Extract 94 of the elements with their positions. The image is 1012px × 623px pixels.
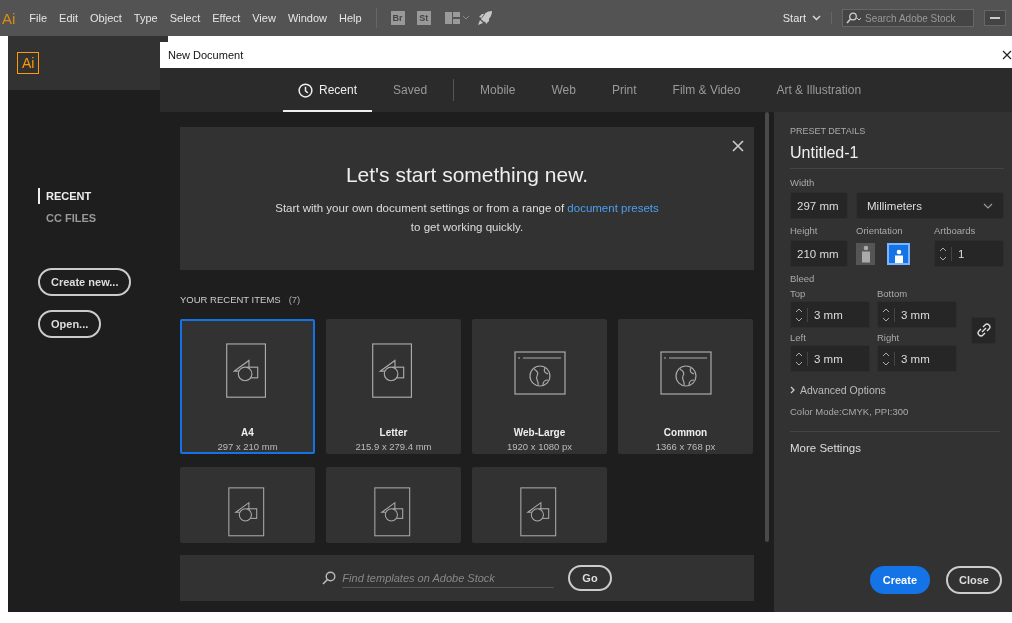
chain-link-icon <box>976 323 991 337</box>
category-tab[interactable]: Film & Video <box>657 68 756 112</box>
field-label: Left <box>790 332 807 343</box>
preset-name: Common <box>663 427 708 438</box>
field-label: Bleed <box>790 273 816 284</box>
field-label: Bottom <box>877 288 909 299</box>
portrait-button[interactable] <box>856 242 875 265</box>
minimize-button[interactable] <box>984 10 1006 26</box>
category-tab[interactable]: Recent <box>283 68 373 112</box>
color-mode-text: Color Mode:CMYK, PPI:300 <box>790 406 910 417</box>
advanced-options-toggle[interactable]: Advanced Options <box>790 384 1004 396</box>
scrollbar[interactable] <box>765 112 769 542</box>
preset-name: A4 <box>241 427 254 438</box>
workspace-switcher[interactable]: Start <box>782 12 832 24</box>
chevron-icon <box>983 202 993 209</box>
section-heading: YOUR RECENT ITEMS <box>180 294 281 305</box>
person-icon <box>859 244 872 263</box>
category-tab[interactable]: Saved <box>378 68 443 112</box>
preset-name: Letter <box>379 427 408 438</box>
menu-item[interactable]: Type <box>127 12 164 24</box>
field-label: Width <box>790 177 816 188</box>
minimize-icon <box>990 17 1000 19</box>
field-label: Orientation <box>856 225 904 236</box>
units-dropdown[interactable]: Millimeters <box>856 192 1004 219</box>
template-search-field[interactable]: Find templates on Adobe Stock <box>342 568 555 588</box>
more-settings-button[interactable]: More Settings <box>790 432 861 454</box>
layout-icon[interactable] <box>444 12 469 24</box>
chevron-icon <box>790 386 796 394</box>
chevron-icon <box>812 15 821 21</box>
menu-item[interactable]: View <box>246 12 282 24</box>
category-tab[interactable]: Print <box>596 68 652 112</box>
width-field[interactable]: 297 mm <box>790 192 848 219</box>
menu-item[interactable]: Effect <box>206 12 247 24</box>
stepper-icon[interactable] <box>795 307 808 322</box>
menu-item[interactable]: Window <box>281 12 333 24</box>
artboards-field[interactable]: 1 <box>934 240 1004 267</box>
preset-card[interactable]: Web-Large 1920 x 1080 px <box>472 319 607 454</box>
preset-card[interactable]: Letter 215.9 x 279.4 mm <box>326 319 461 454</box>
sidebar-item[interactable]: CC FILES <box>38 210 97 226</box>
menu-item[interactable]: Edit <box>53 12 85 24</box>
category-tab[interactable]: Web <box>536 68 591 112</box>
clock-icon <box>298 82 313 98</box>
preset-name: Web-Large <box>513 427 566 438</box>
bleed-field[interactable]: 3 mm <box>877 301 957 328</box>
rocket-icon[interactable] <box>476 10 493 26</box>
menu-item[interactable]: Select <box>163 12 207 24</box>
close-button[interactable]: Close <box>946 566 1002 594</box>
preset-size: 215.9 x 279.4 mm <box>355 441 432 452</box>
banner-title: Let's start something new. <box>345 163 589 187</box>
stock-search-field[interactable]: Search Adobe Stock <box>842 9 974 27</box>
link-bleed-button[interactable] <box>971 316 996 344</box>
bleed-field[interactable]: 3 mm <box>877 345 957 372</box>
dialog-title: New Document <box>168 49 244 61</box>
search-icon <box>322 571 337 585</box>
preset-size: 1366 x 768 px <box>655 441 716 452</box>
panel-heading: PRESET DETAILS <box>790 126 867 136</box>
document-name-field[interactable]: Untitled-1 <box>790 136 1004 169</box>
stock-button[interactable]: St <box>416 11 431 25</box>
field-label: Right <box>877 332 901 343</box>
document-presets-link[interactable]: document presets <box>567 202 659 214</box>
search-icon <box>846 12 862 24</box>
banner-text: Start with your own document settings or from a range of document presets to get working quickly. <box>275 201 659 235</box>
field-label: Artboards <box>934 225 976 236</box>
preset-card[interactable]: Common 1366 x 768 px <box>618 319 753 454</box>
stepper-icon[interactable] <box>882 351 895 366</box>
field-label: Top <box>790 288 807 299</box>
category-tab[interactable]: Art & Illustration <box>761 68 877 112</box>
preset-card[interactable] <box>472 467 607 543</box>
close-icon[interactable] <box>1002 50 1012 60</box>
sidebar-item[interactable]: RECENT <box>38 188 92 204</box>
stepper-icon[interactable] <box>939 246 952 261</box>
menu-item[interactable]: Object <box>84 12 128 24</box>
bleed-field[interactable]: 3 mm <box>790 301 870 328</box>
bridge-button[interactable]: Br <box>390 11 405 25</box>
go-button[interactable]: Go <box>568 565 612 591</box>
landscape-button[interactable] <box>887 242 910 265</box>
category-tab[interactable]: Mobile <box>465 68 531 112</box>
preset-card[interactable] <box>326 467 461 543</box>
preset-size: 1920 x 1080 px <box>507 441 572 452</box>
bleed-field[interactable]: 3 mm <box>790 345 870 372</box>
height-field[interactable]: 210 mm <box>790 240 848 267</box>
field-label: Height <box>790 225 819 236</box>
menu-item[interactable]: Help <box>333 12 368 24</box>
stepper-icon[interactable] <box>795 351 808 366</box>
preset-card[interactable]: A4 297 x 210 mm <box>180 319 315 454</box>
preset-size: 297 x 210 mm <box>217 441 278 452</box>
home-button[interactable]: Open... <box>38 310 102 338</box>
home-button[interactable]: Create new... <box>38 268 132 296</box>
create-button[interactable]: Create <box>869 566 931 594</box>
menu-item[interactable]: File <box>23 12 54 24</box>
item-count: (7) <box>288 294 301 305</box>
app-logo: Ai <box>17 52 40 74</box>
preset-card[interactable] <box>180 467 315 543</box>
stepper-icon[interactable] <box>882 307 895 322</box>
